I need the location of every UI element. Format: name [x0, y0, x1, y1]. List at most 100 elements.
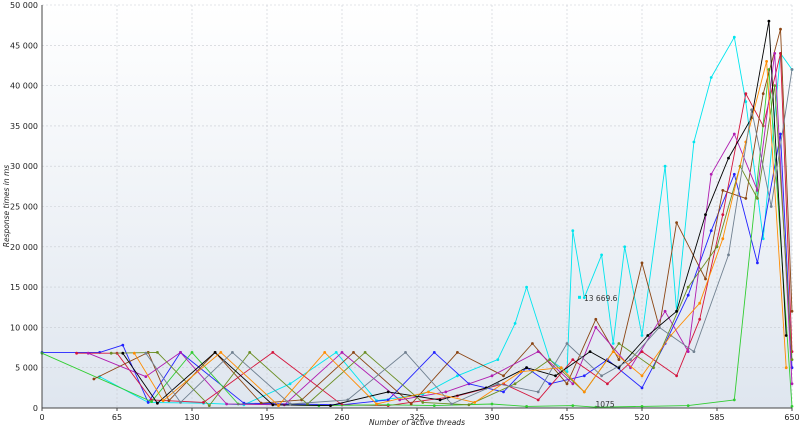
- data-point: [490, 374, 494, 378]
- data-point: [213, 351, 217, 354]
- data-point: [146, 401, 150, 404]
- data-point: [409, 402, 413, 406]
- data-point: [156, 401, 159, 405]
- data-point: [732, 398, 736, 402]
- annotation-label: 13 669.6: [584, 294, 618, 303]
- data-point: [386, 403, 390, 407]
- data-point: [525, 366, 528, 370]
- data-point: [404, 351, 407, 354]
- data-point: [536, 398, 540, 402]
- data-point: [756, 261, 759, 265]
- data-point: [721, 189, 725, 192]
- data-point: [692, 350, 696, 353]
- data-point: [150, 400, 154, 403]
- data-point: [467, 403, 471, 407]
- data-point: [513, 322, 517, 325]
- data-point: [219, 351, 223, 354]
- data-point: [248, 351, 252, 354]
- data-point: [769, 205, 773, 208]
- data-point: [502, 390, 505, 394]
- data-point: [744, 197, 748, 200]
- data-point: [432, 351, 436, 354]
- data-point: [790, 309, 794, 313]
- data-point: [663, 164, 667, 168]
- data-point: [179, 401, 182, 404]
- data-point: [652, 366, 655, 370]
- data-point: [765, 60, 768, 63]
- data-point: [375, 402, 378, 406]
- data-point: [721, 213, 725, 217]
- annotation-marker: [578, 295, 581, 299]
- data-point: [571, 358, 575, 361]
- data-point: [329, 404, 332, 407]
- y-tick-label: 25 000: [10, 203, 38, 212]
- data-point: [640, 261, 644, 265]
- data-point: [288, 382, 292, 386]
- data-point: [502, 374, 505, 378]
- data-point: [784, 334, 788, 337]
- data-point: [161, 399, 165, 403]
- data-point: [767, 19, 771, 23]
- data-point: [732, 35, 736, 39]
- data-point: [617, 358, 621, 361]
- data-point: [709, 229, 713, 233]
- data-point: [571, 382, 575, 386]
- data-point: [525, 405, 528, 408]
- data-point: [531, 342, 534, 345]
- data-point: [121, 343, 125, 347]
- y-tick-label: 5 000: [15, 364, 38, 373]
- data-point: [606, 382, 609, 386]
- x-tick-label: 195: [259, 413, 274, 422]
- data-point: [438, 398, 442, 402]
- x-tick-label: 65: [112, 413, 122, 422]
- data-point: [686, 285, 690, 289]
- data-point: [756, 197, 759, 200]
- data-point: [421, 401, 425, 404]
- y-tick-label: 45 000: [10, 41, 38, 50]
- x-tick-label: 390: [484, 413, 499, 422]
- data-point: [271, 403, 275, 407]
- data-point: [698, 301, 702, 305]
- data-point: [698, 317, 702, 321]
- data-point: [611, 350, 615, 353]
- data-point: [571, 229, 575, 233]
- data-point: [675, 221, 678, 225]
- y-tick-label: 30 000: [10, 162, 38, 171]
- data-point: [340, 351, 344, 354]
- x-tick-label: 455: [559, 413, 574, 422]
- response-time-chart: 0 5 000 10 000 15 000 20 000 25 000 30 000 35 0…: [2, 1, 800, 427]
- data-point: [600, 253, 603, 257]
- x-tick-label: 130: [184, 413, 199, 422]
- data-point: [727, 253, 730, 257]
- data-point: [744, 92, 748, 96]
- data-point: [588, 350, 592, 353]
- data-point: [323, 351, 327, 354]
- data-point: [773, 84, 777, 87]
- data-point: [790, 405, 794, 408]
- data-point: [86, 351, 90, 355]
- data-point: [519, 370, 523, 374]
- data-point: [640, 405, 644, 408]
- data-point: [686, 404, 690, 407]
- data-point: [207, 404, 211, 407]
- annotation-label: 1075: [596, 400, 615, 409]
- data-point: [432, 404, 436, 407]
- x-axis-title: Number of active threads: [369, 418, 465, 427]
- data-point: [132, 351, 136, 355]
- y-axis-title: Response times in ms: [2, 165, 11, 248]
- data-point: [594, 326, 598, 329]
- data-point: [144, 351, 148, 355]
- data-point: [657, 326, 661, 329]
- data-point: [496, 382, 500, 386]
- data-point: [202, 401, 205, 404]
- data-point: [179, 351, 182, 354]
- data-point: [704, 277, 707, 281]
- data-point: [594, 317, 598, 321]
- data-point: [559, 366, 563, 370]
- data-point: [565, 382, 569, 386]
- data-point: [779, 27, 782, 31]
- data-point: [450, 402, 453, 406]
- data-point: [548, 358, 552, 361]
- y-tick-label: 15 000: [10, 283, 38, 292]
- data-point: [640, 374, 644, 378]
